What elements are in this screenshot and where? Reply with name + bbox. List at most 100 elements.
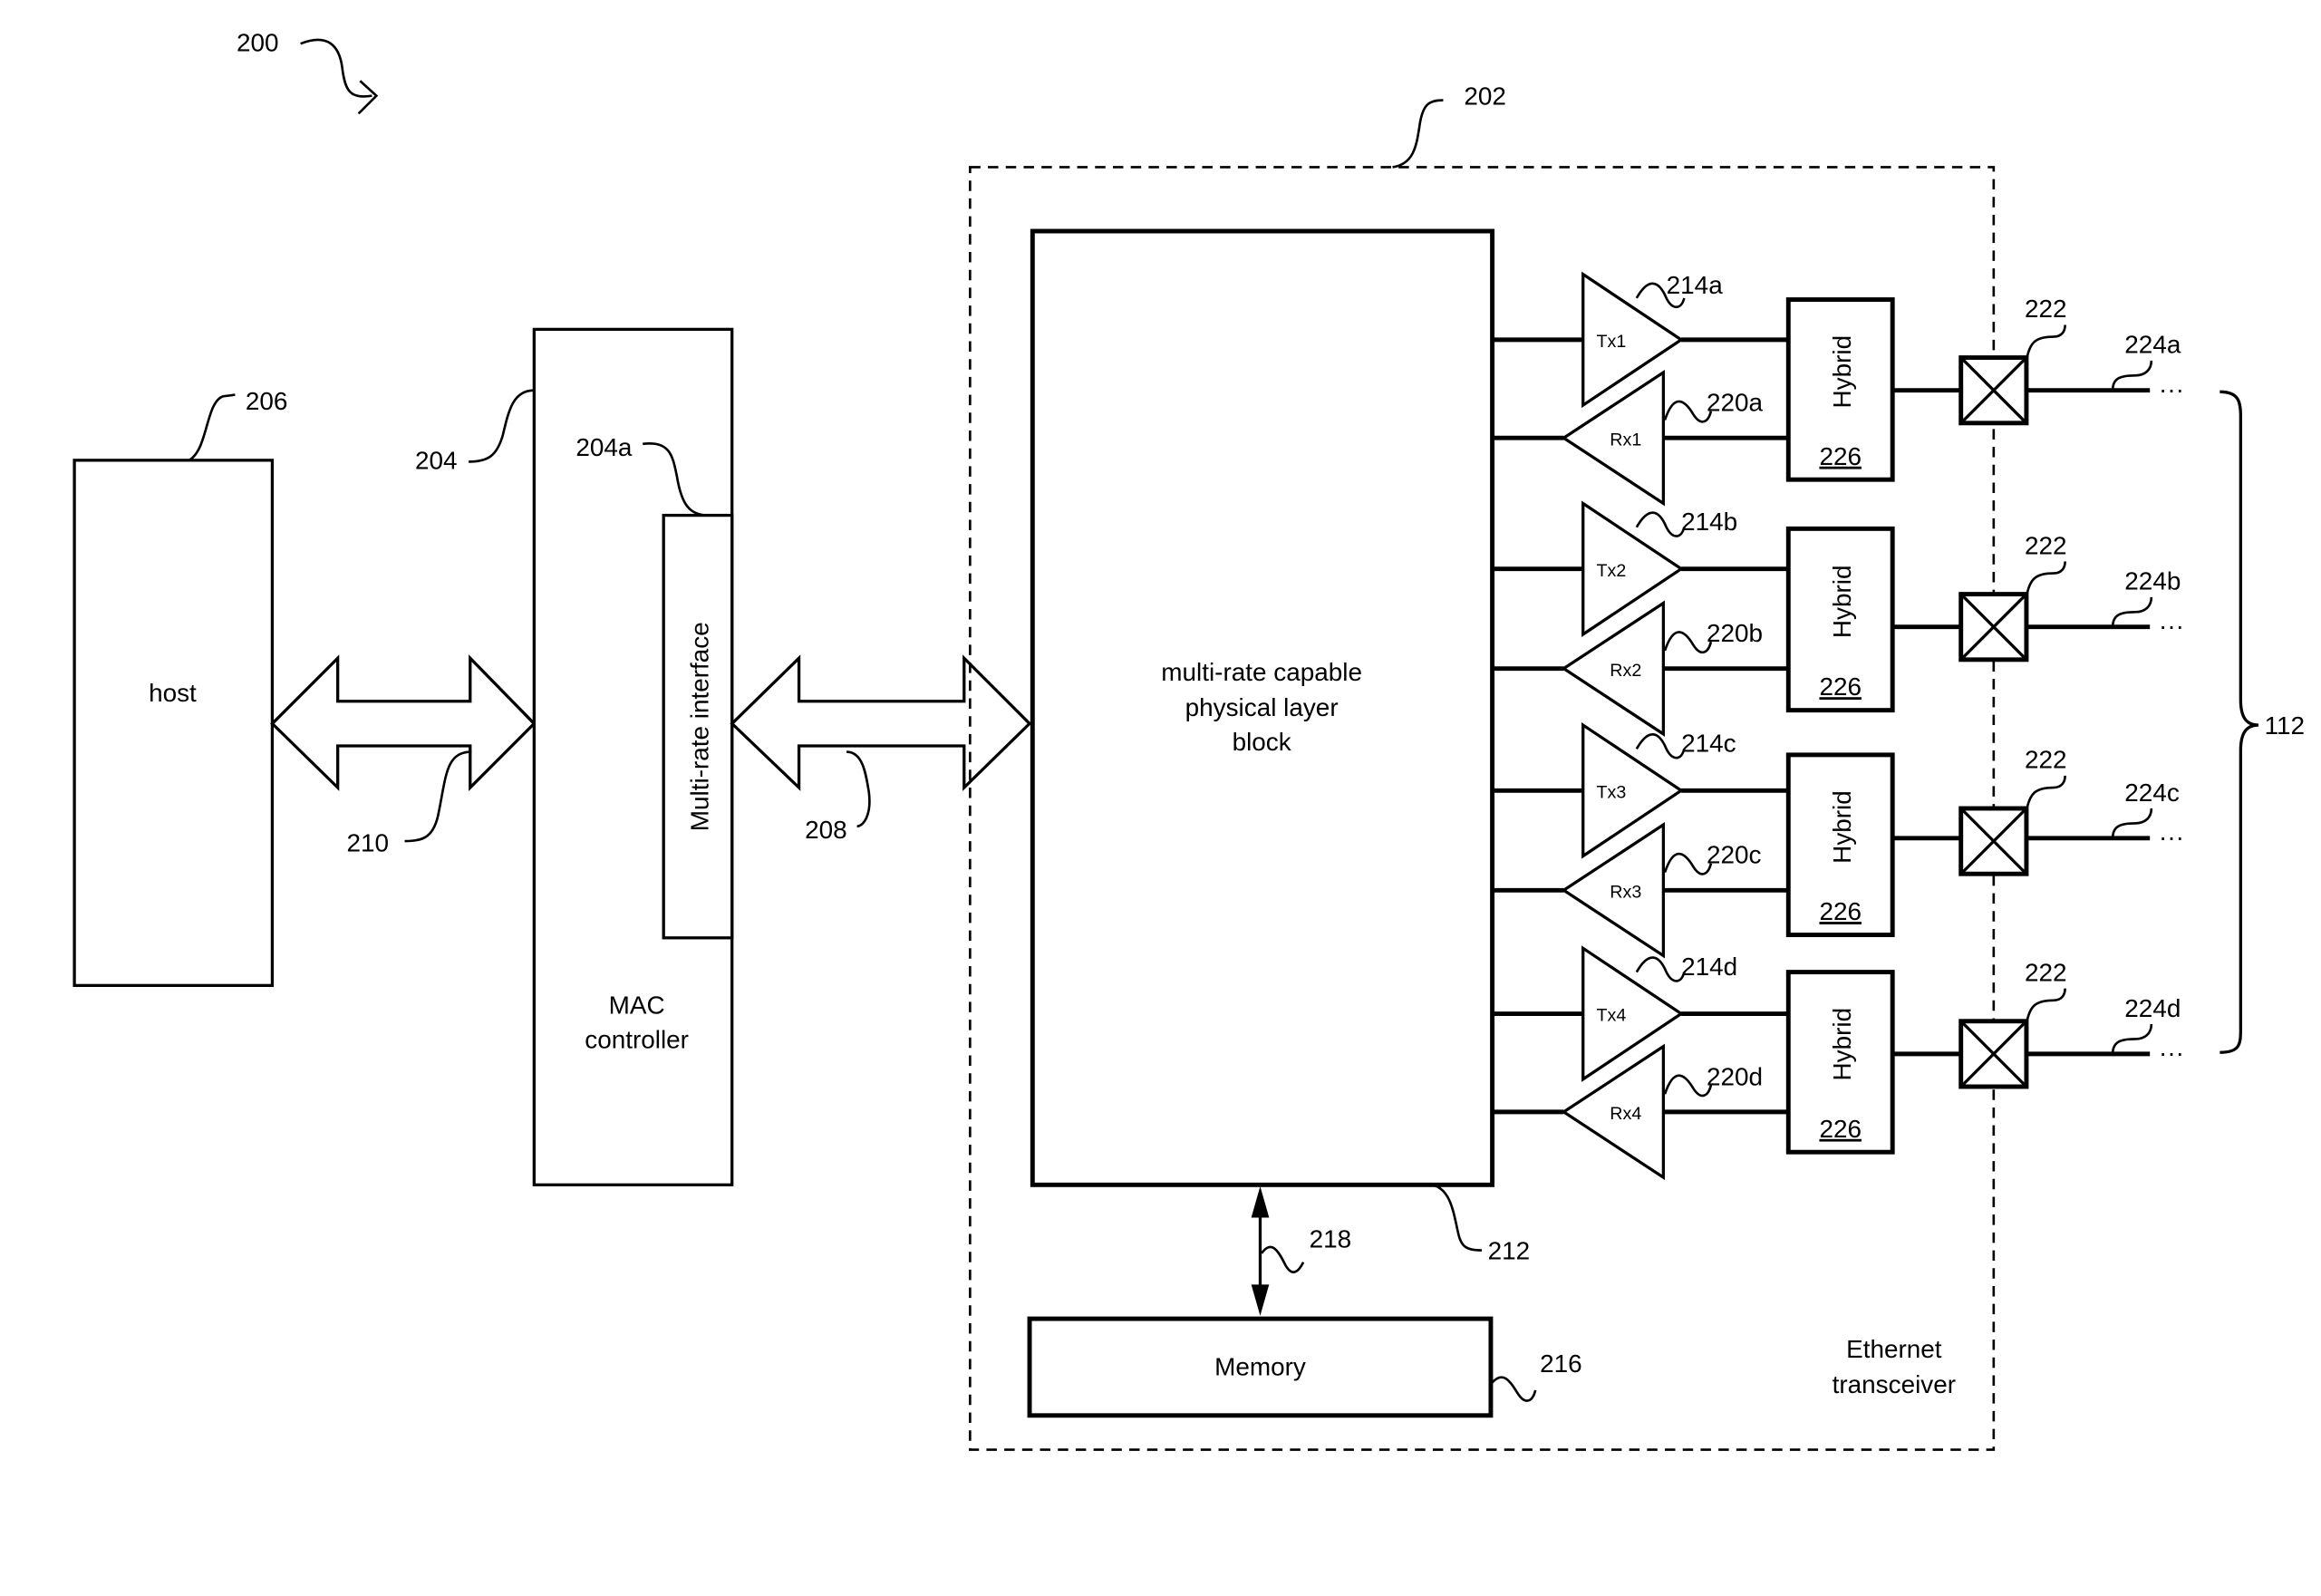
magnetics-leader: [2025, 561, 2066, 598]
magnetics-ref: 222: [2025, 531, 2067, 559]
link-ellipsis: ···: [2159, 612, 2184, 640]
memory-label: Memory: [1214, 1352, 1306, 1380]
rx-ref: 220c: [1707, 841, 1762, 869]
magnetics-leader: [2025, 775, 2066, 812]
link-ref: 224d: [2124, 994, 2181, 1022]
phy-block: multi-rate capable physical layer block …: [1030, 228, 1531, 1264]
tx-leader: [1635, 733, 1686, 759]
link-ref: 224b: [2124, 567, 2181, 595]
channels: Tx1 214a Rx1 220a Hybrid 226 222 ··· 224a Tx2 214b…: [1492, 271, 2184, 1181]
phy-label-line2: physical layer: [1185, 693, 1339, 721]
link-ref: 224a: [2124, 331, 2181, 359]
magnetics-ref: 222: [2025, 958, 2067, 986]
tx-label: Tx1: [1597, 332, 1627, 352]
arrow-down-icon: [1251, 1284, 1270, 1316]
bus-208-leader: [846, 750, 871, 828]
link-ellipsis: ···: [2159, 1039, 2184, 1067]
tx-ref: 214b: [1681, 508, 1737, 536]
phy-ref: 212: [1488, 1236, 1531, 1264]
figure-number: 200: [237, 28, 279, 56]
channel-3: Tx3 214c Rx3 220c Hybrid 226 222 ··· 224c: [1492, 721, 2184, 959]
bus-208-ref: 208: [805, 816, 847, 844]
hybrid-label: Hybrid: [1828, 790, 1856, 864]
rx-ref: 220d: [1707, 1062, 1763, 1090]
tx-ref: 214c: [1681, 730, 1736, 758]
rx-label: Rx4: [1610, 1104, 1641, 1124]
hybrid-ref: 226: [1819, 442, 1862, 470]
hybrid-label: Hybrid: [1828, 1008, 1856, 1081]
transceiver-ref: 202: [1464, 82, 1506, 110]
channel-2: Tx2 214b Rx2 220b Hybrid 226 222 ··· 224b: [1492, 500, 2184, 737]
mac-controller-block: MAC controller 204 Multi-rate interface …: [415, 327, 734, 1186]
figure-pointer-arrow: [300, 38, 372, 98]
link-leader: [2111, 596, 2153, 627]
rx-leader: [1663, 1074, 1713, 1098]
figure-ref-200: 200: [237, 28, 379, 115]
magnetics-leader: [2025, 324, 2066, 362]
tx-ref: 214a: [1667, 271, 1724, 299]
multi-rate-interface-label: Multi-rate interface: [685, 622, 713, 831]
link-ref: 224c: [2124, 779, 2180, 807]
transceiver-label-line1: Ethernet: [1846, 1335, 1942, 1363]
memory-ref: 216: [1540, 1349, 1582, 1378]
mac-phy-bus: 208: [730, 654, 1032, 844]
hybrid-ref: 226: [1819, 672, 1862, 701]
tx-label: Tx2: [1597, 561, 1627, 581]
transceiver-leader: [1392, 99, 1444, 169]
host-mac-bus: 210: [270, 654, 537, 857]
transceiver-label-line2: transceiver: [1833, 1370, 1956, 1398]
rx-leader: [1663, 400, 1713, 423]
tx-leader: [1635, 956, 1686, 982]
tx-leader: [1635, 511, 1686, 537]
rx-ref: 220b: [1707, 619, 1763, 647]
double-arrow-icon: [730, 654, 1032, 791]
host-ref: 206: [246, 387, 288, 415]
rx-label: Rx1: [1610, 430, 1641, 450]
mac-label-line1: MAC: [609, 991, 665, 1020]
tx-label: Tx3: [1597, 783, 1627, 803]
interface-ref: 204a: [575, 433, 633, 461]
host-box: [73, 459, 275, 987]
mac-leader: [469, 389, 535, 463]
rx-label: Rx2: [1610, 661, 1641, 681]
tx-label: Tx4: [1597, 1006, 1627, 1026]
hybrid-ref: 226: [1819, 897, 1862, 925]
rx-label: Rx3: [1610, 882, 1641, 902]
phy-label-line3: block: [1233, 728, 1291, 756]
mac-ref: 204: [415, 447, 458, 475]
magnetics-leader: [2025, 988, 2066, 1025]
double-arrow-icon: [270, 654, 537, 791]
channel-4: Tx4 214d Rx4 220d Hybrid 226 222 ··· 224d: [1492, 945, 2184, 1181]
memory-leader: [1489, 1376, 1537, 1402]
rx-ref: 220a: [1707, 389, 1764, 417]
hybrid-label: Hybrid: [1828, 565, 1856, 638]
phy-leader: [1430, 1184, 1483, 1252]
phy-label-line1: multi-rate capable: [1161, 658, 1362, 686]
block-diagram: 200 host 206 210 MAC controller 204 Mult…: [73, 28, 2305, 1451]
memory-link-ref: 218: [1310, 1224, 1352, 1253]
memory-link: 218: [1251, 1185, 1352, 1316]
host-block: host 206: [73, 387, 288, 987]
rx-leader: [1663, 852, 1713, 875]
host-leader: [188, 393, 236, 461]
host-label: host: [149, 679, 197, 707]
magnetics-ref: 222: [2025, 295, 2067, 323]
cable-bracket: 112: [2219, 390, 2305, 1054]
tx-ref: 214d: [1681, 953, 1737, 981]
link-leader: [2111, 360, 2153, 391]
memory-block: Memory 216: [1027, 1316, 1582, 1418]
mac-label-line2: controller: [585, 1025, 689, 1053]
memory-link-leader: [1261, 1245, 1305, 1273]
magnetics-ref: 222: [2025, 746, 2067, 774]
cable-ref: 112: [2265, 711, 2305, 740]
channel-1: Tx1 214a Rx1 220a Hybrid 226 222 ··· 224a: [1492, 271, 2184, 507]
hybrid-ref: 226: [1819, 1115, 1862, 1143]
bus-210-ref: 210: [347, 829, 390, 857]
bus-210-leader: [404, 750, 472, 843]
link-leader: [2111, 1023, 2153, 1054]
link-ellipsis: ···: [2159, 823, 2184, 851]
rx-leader: [1663, 631, 1713, 653]
hybrid-label: Hybrid: [1828, 335, 1856, 409]
brace-icon: [2219, 390, 2259, 1054]
link-ellipsis: ···: [2159, 375, 2184, 403]
